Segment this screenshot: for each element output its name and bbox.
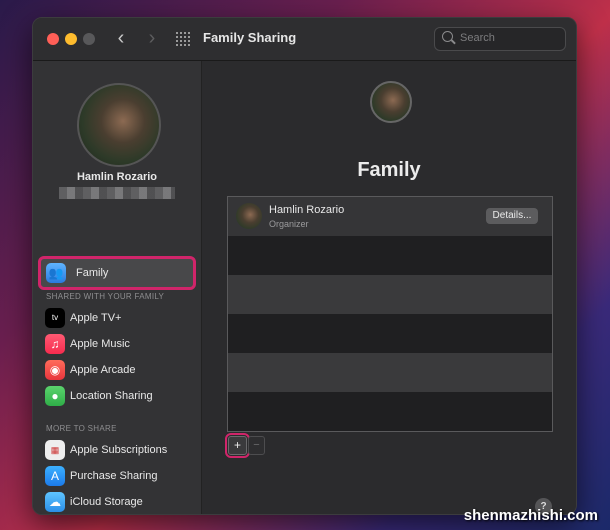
apple-tv-icon: tv — [45, 308, 65, 328]
apple-subscriptions-icon: ▦ — [45, 440, 65, 460]
family-members-list: Hamlin Rozario Organizer Details... — [227, 196, 553, 432]
apple-arcade-icon: ◉ — [45, 360, 65, 380]
apple-music-icon: ♫ — [45, 334, 65, 354]
details-button[interactable]: Details... — [486, 208, 538, 224]
sidebar-item-label: Family — [76, 267, 109, 279]
section-header-more: MORE TO SHARE — [46, 424, 117, 433]
sidebar-item-location-sharing[interactable]: ● Location Sharing — [45, 385, 195, 407]
list-item — [228, 353, 552, 392]
close-button[interactable] — [47, 33, 59, 45]
sidebar-item-label: Apple TV+ — [70, 312, 122, 324]
sidebar-item-label: Purchase Sharing — [70, 470, 158, 482]
sidebar-item-apple-tv[interactable]: tv Apple TV+ — [45, 307, 195, 329]
list-item — [228, 236, 552, 275]
sidebar-item-purchase-sharing[interactable]: A Purchase Sharing — [45, 465, 195, 487]
avatar[interactable] — [77, 83, 161, 167]
search-placeholder: Search — [460, 32, 495, 44]
page-title: Family — [357, 159, 421, 181]
avatar — [236, 203, 262, 229]
list-item — [228, 392, 552, 431]
window-title: Family Sharing — [203, 30, 297, 45]
member-role: Organizer — [269, 219, 309, 229]
family-icon: 👥 — [46, 263, 66, 283]
icloud-storage-icon: ☁ — [45, 492, 65, 512]
sidebar-item-family[interactable]: 👥 Family — [38, 256, 196, 290]
purchase-sharing-icon: A — [45, 466, 65, 486]
user-name: Hamlin Rozario — [76, 171, 158, 183]
sidebar: Hamlin Rozario 👥 Family SHARED WITH YOUR… — [33, 61, 202, 514]
add-member-button[interactable]: + — [225, 433, 250, 458]
title-bar: ‹ › Family Sharing Search — [33, 18, 576, 61]
forward-arrow-icon[interactable]: › — [141, 27, 163, 49]
show-all-grid-icon[interactable] — [176, 32, 190, 46]
search-input[interactable]: Search — [434, 27, 566, 51]
sidebar-item-label: iCloud Storage — [70, 496, 143, 508]
list-item[interactable]: Hamlin Rozario Organizer Details... — [228, 197, 552, 236]
back-arrow-icon[interactable]: ‹ — [110, 27, 132, 49]
sidebar-item-apple-music[interactable]: ♫ Apple Music — [45, 333, 195, 355]
list-item — [228, 275, 552, 314]
sidebar-item-label: Location Sharing — [70, 390, 153, 402]
sidebar-item-label: Apple Arcade — [70, 364, 136, 376]
redacted-email — [59, 187, 175, 199]
main-pane: Family Hamlin Rozario Organizer Details.… — [202, 61, 576, 514]
sidebar-item-apple-subscriptions[interactable]: ▦ Apple Subscriptions — [45, 439, 195, 461]
location-sharing-icon: ● — [45, 386, 65, 406]
list-item — [228, 314, 552, 353]
system-preferences-window: ‹ › Family Sharing Search Hamlin Rozario… — [32, 17, 577, 515]
search-icon — [442, 31, 453, 42]
family-avatar — [370, 81, 412, 123]
remove-member-button[interactable]: − — [248, 436, 265, 455]
zoom-button[interactable] — [83, 33, 95, 45]
minimize-button[interactable] — [65, 33, 77, 45]
section-header-shared: SHARED WITH YOUR FAMILY — [46, 292, 165, 301]
member-name: Hamlin Rozario — [269, 204, 345, 216]
sidebar-item-label: Apple Subscriptions — [70, 444, 168, 456]
sidebar-item-icloud-storage[interactable]: ☁ iCloud Storage — [45, 491, 195, 513]
sidebar-item-label: Apple Music — [70, 338, 130, 350]
watermark: shenmazhishi.com — [463, 507, 598, 524]
sidebar-item-apple-arcade[interactable]: ◉ Apple Arcade — [45, 359, 195, 381]
